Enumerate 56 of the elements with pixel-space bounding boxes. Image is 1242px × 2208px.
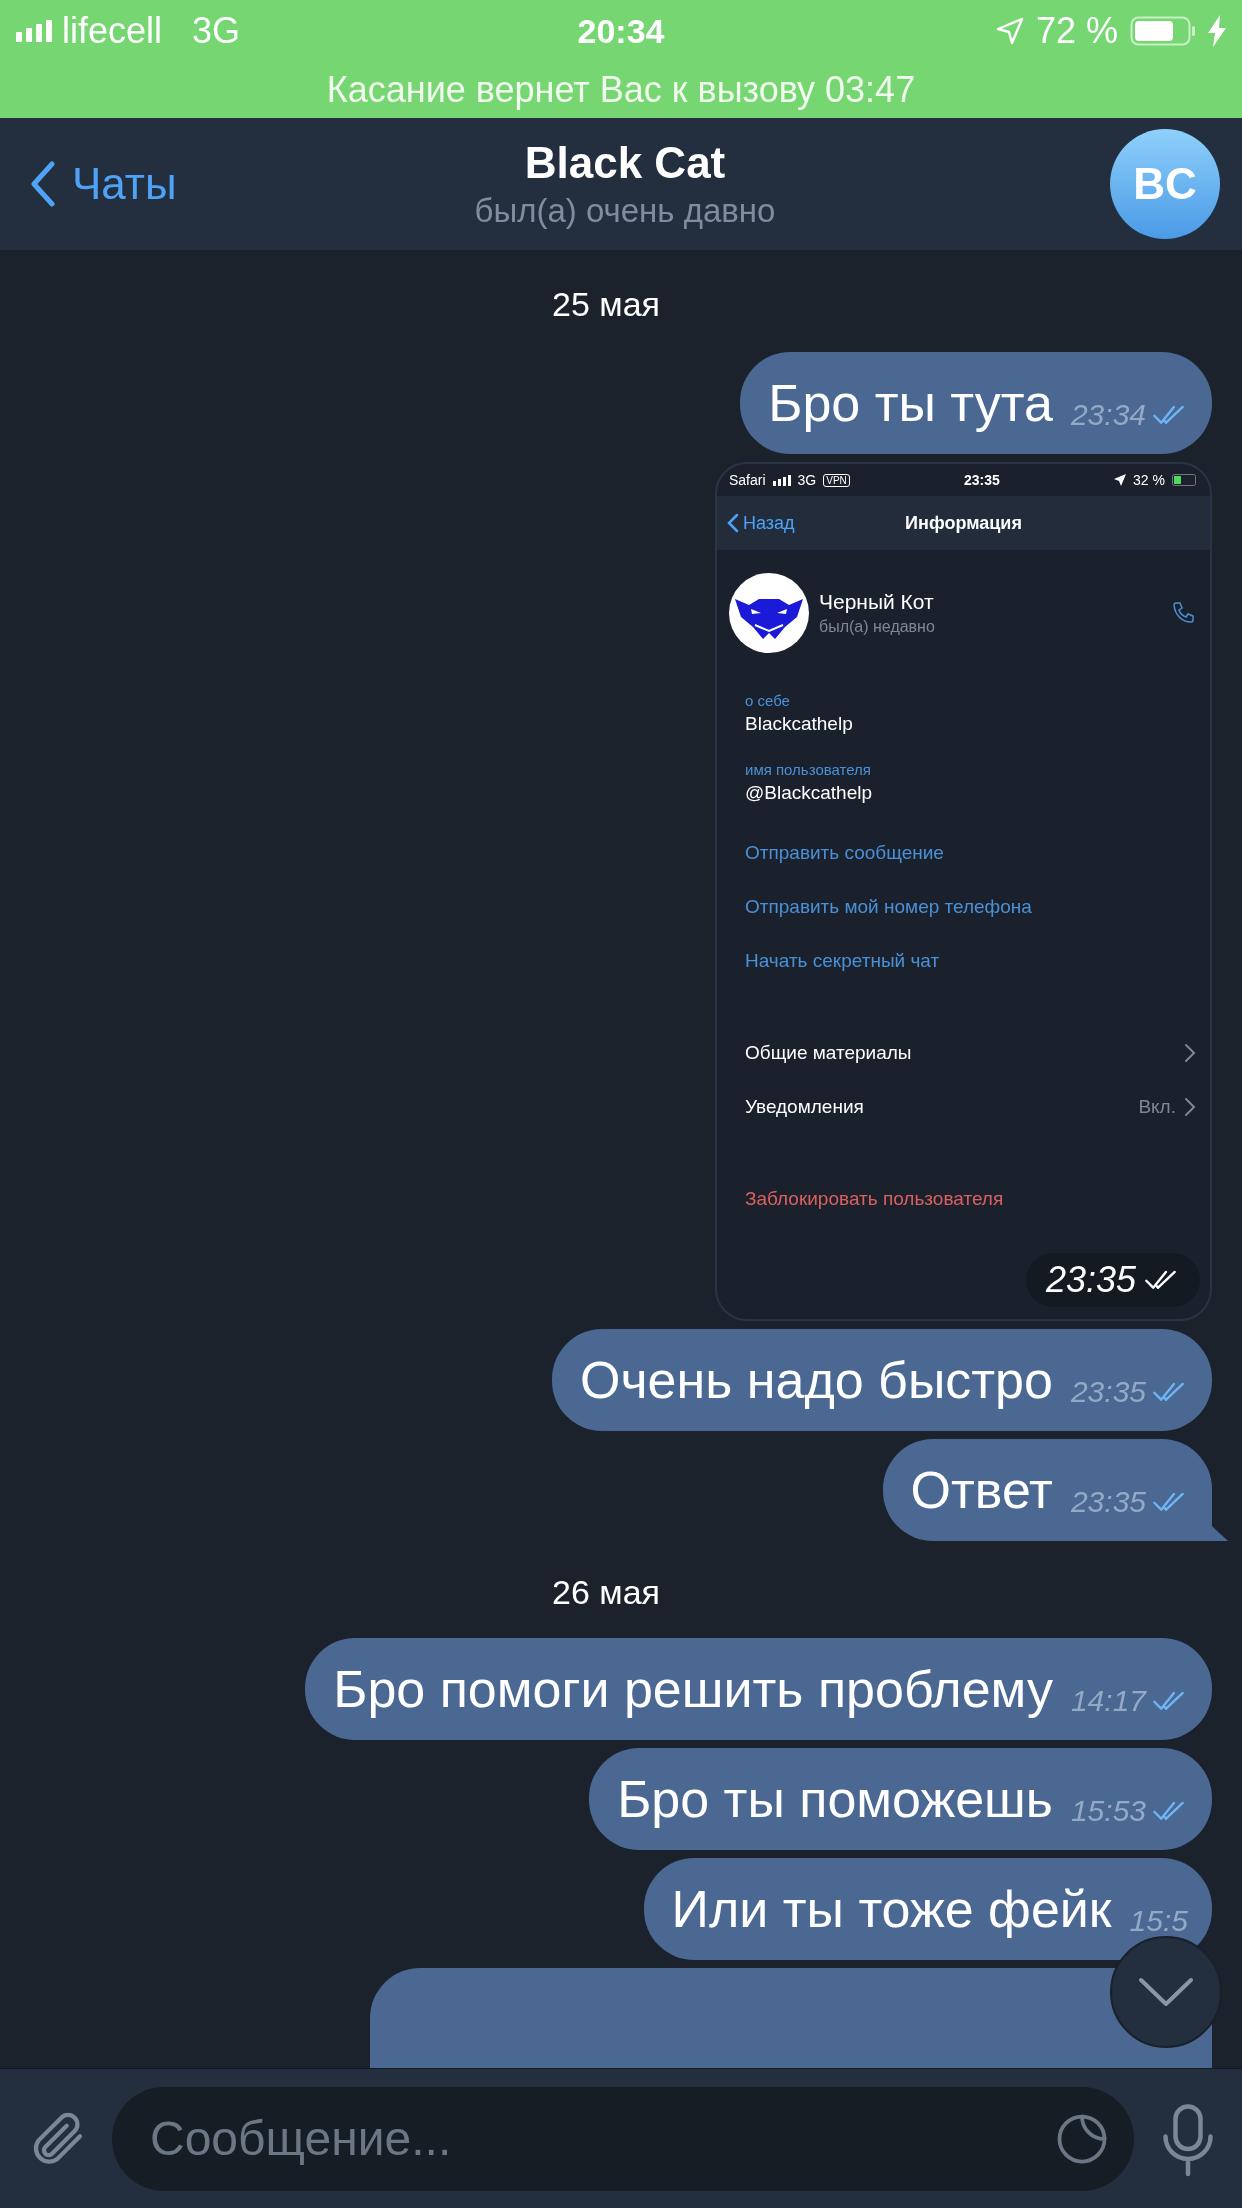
message-time: 23:34 xyxy=(1070,398,1146,432)
network-type: 3G xyxy=(192,10,241,52)
message-field[interactable]: Сообщение... xyxy=(112,2086,1134,2191)
message-bubble: Бро ты поможешь 15:53 xyxy=(589,1748,1212,1850)
action-link[interactable]: Начать секретный чат xyxy=(745,950,940,972)
action-link[interactable]: Отправить мой номер телефона xyxy=(745,896,1032,918)
field-label: о себе xyxy=(745,692,791,709)
message-bubble: Бро ты тута 23:34 xyxy=(740,352,1212,454)
location-icon xyxy=(1114,474,1127,486)
cat-logo-icon xyxy=(729,573,809,653)
network-label: 3G xyxy=(797,472,817,488)
contact-status: был(а) недавно xyxy=(819,618,936,636)
contact-name: Черный Кот xyxy=(819,590,935,614)
battery-percent: 72 % xyxy=(1035,10,1118,52)
message-time: 15:5 xyxy=(1129,1904,1188,1938)
field-value: @Blackcathelp xyxy=(745,782,874,804)
block-user-link[interactable]: Заблокировать пользователя xyxy=(745,1188,1004,1210)
status-app: Safari xyxy=(729,472,766,488)
message-bubble: Или ты тоже фейк 15:5 xyxy=(643,1858,1212,1960)
location-icon xyxy=(995,17,1024,45)
battery-percent: 32 % xyxy=(1133,472,1165,488)
message-bubble: Бро помоги решить проблему 14:17 xyxy=(305,1638,1212,1740)
chevron-left-icon xyxy=(727,513,739,533)
vpn-badge: VPN xyxy=(823,473,850,487)
time-pill: 23:35 xyxy=(1025,1253,1200,1307)
last-seen-status: был(а) очень давно xyxy=(474,192,776,230)
message-time: 23:35 xyxy=(1070,1375,1146,1409)
phone-icon[interactable] xyxy=(1172,601,1196,625)
screen-title: Информация xyxy=(904,512,1023,534)
chevron-right-icon xyxy=(1184,1097,1196,1117)
chevron-left-icon xyxy=(30,161,56,207)
settings-row[interactable]: Уведомления Вкл. xyxy=(717,1080,1210,1134)
status-time: 23:35 xyxy=(964,472,1000,488)
setting-value: Вкл. xyxy=(1138,1096,1176,1118)
battery-icon xyxy=(1172,474,1198,486)
battery-icon xyxy=(1130,16,1196,46)
signal-icon xyxy=(772,474,791,486)
charging-icon xyxy=(1208,15,1226,47)
back-button[interactable]: Чаты xyxy=(30,159,330,209)
carrier-name: lifecell xyxy=(62,10,163,52)
message-time: 23:35 xyxy=(1070,1485,1146,1519)
date-label: 25 мая xyxy=(552,285,660,324)
message-time: 15:53 xyxy=(1070,1794,1146,1828)
field-label: имя пользователя xyxy=(745,761,872,778)
back-link[interactable]: Назад xyxy=(727,512,837,534)
chat-title: Black Cat xyxy=(524,138,726,188)
chevron-right-icon xyxy=(1184,1043,1196,1063)
chevron-down-icon xyxy=(1138,1977,1194,2007)
signal-icon xyxy=(16,20,52,42)
action-link[interactable]: Отправить сообщение xyxy=(745,842,944,864)
settings-row[interactable]: Общие материалы xyxy=(717,1026,1210,1080)
date-label: 26 мая xyxy=(552,1573,660,1612)
field-value: Blackcathelp xyxy=(745,713,854,735)
message-time: 14:17 xyxy=(1070,1684,1146,1718)
message-bubble: Очень надо быстро 23:35 xyxy=(552,1329,1212,1431)
clock: 20:34 xyxy=(577,11,665,51)
